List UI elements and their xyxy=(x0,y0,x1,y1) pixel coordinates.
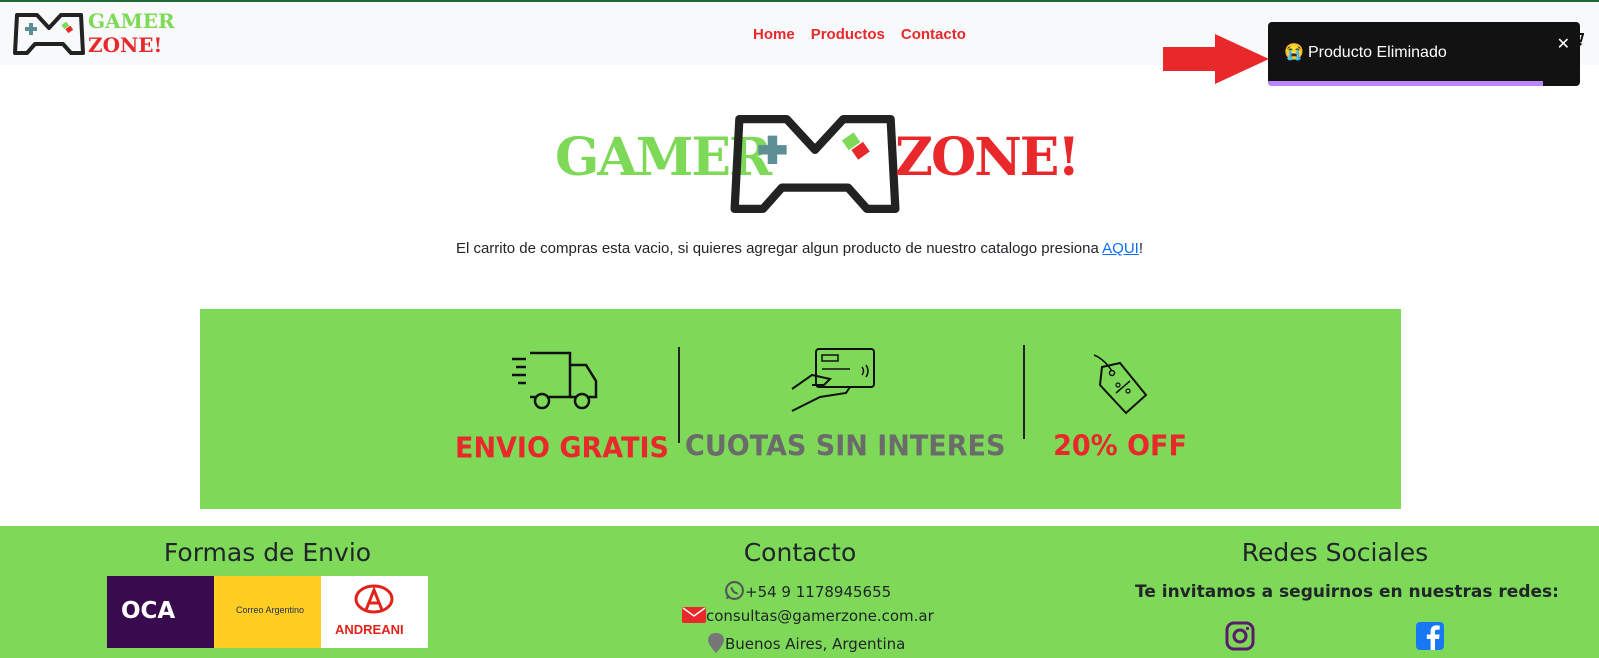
controller-logo-icon xyxy=(13,13,85,55)
benefit-divider xyxy=(678,347,680,443)
location-pin-icon xyxy=(708,633,724,653)
benefit-free-shipping: ENVIO GRATIS xyxy=(455,349,669,465)
crying-face-icon: 😭 xyxy=(1284,44,1304,61)
empty-cart-suffix: ! xyxy=(1138,240,1144,257)
logo-word-gamer: GAMER xyxy=(88,9,175,33)
truck-icon xyxy=(512,351,598,410)
benefit-title: CUOTAS SIN INTERES xyxy=(685,430,1006,463)
benefit-installments: CUOTAS SIN INTERES xyxy=(685,345,1006,463)
red-arrow-icon xyxy=(1163,34,1269,84)
carrier-logos: OCA Correo Argentino ANDREANI xyxy=(107,576,428,648)
hero-word-zone: ZONE! xyxy=(895,127,1080,188)
benefit-title: ENVIO GRATIS xyxy=(455,432,669,465)
benefit-title: 20% OFF xyxy=(1053,430,1187,463)
contact-phone: +54 9 1178945655 xyxy=(724,580,891,601)
logo-word-zone: ZONE! xyxy=(88,33,163,57)
andreani-a-icon xyxy=(354,584,394,614)
toast-progress-bar xyxy=(1268,81,1543,86)
toast-close-button[interactable]: ✕ xyxy=(1557,34,1570,53)
controller-logo-icon xyxy=(730,114,900,214)
carrier-correo-logo: Correo Argentino xyxy=(214,576,321,648)
benefit-discount: 20% OFF xyxy=(1020,353,1220,463)
contact-title: Contacto xyxy=(743,538,857,567)
toast-notification: 😭 Producto Eliminado ✕ xyxy=(1268,22,1580,86)
footer: Formas de Envio OCA Correo Argentino AND… xyxy=(0,526,1599,658)
email-text: consultas@gamerzone.com.ar xyxy=(706,607,934,625)
phone-text: +54 9 1178945655 xyxy=(745,583,892,601)
empty-cart-message: El carrito de compras esta vacio, si qui… xyxy=(0,240,1599,257)
nav-link-contacto[interactable]: Contacto xyxy=(901,26,966,43)
price-tag-icon xyxy=(1093,354,1148,415)
toast-message: Producto Eliminado xyxy=(1308,44,1447,61)
carrier-oca-logo: OCA xyxy=(107,576,214,648)
instagram-icon[interactable] xyxy=(1225,621,1255,651)
social-invite-text: Te invitamos a seguirnos en nuestras red… xyxy=(1135,582,1559,602)
carrier-andreani-logo: ANDREANI xyxy=(321,576,428,648)
nav-link-productos[interactable]: Productos xyxy=(811,26,885,43)
facebook-icon[interactable] xyxy=(1415,621,1445,651)
contact-email: consultas@gamerzone.com.ar xyxy=(682,606,934,625)
empty-cart-text: El carrito de compras esta vacio, si qui… xyxy=(455,240,1103,257)
whatsapp-icon xyxy=(725,581,744,600)
benefits-banner: ENVIO GRATIS CUOTAS SIN INTERES 20% OFF xyxy=(200,309,1401,509)
contact-location: Buenos Aires, Argentina xyxy=(707,632,905,654)
credit-card-icon xyxy=(791,348,875,412)
nav-links: Home Productos Contacto xyxy=(753,26,966,43)
envelope-icon xyxy=(682,607,706,623)
brand-logo[interactable]: GAMER ZONE! xyxy=(13,9,175,60)
catalog-link[interactable]: AQUI xyxy=(1102,240,1139,257)
shipping-title: Formas de Envio xyxy=(163,538,372,567)
social-title: Redes Sociales xyxy=(1241,538,1429,567)
location-text: Buenos Aires, Argentina xyxy=(725,635,906,653)
hero-logo: GAMER ZONE! xyxy=(555,112,1080,222)
nav-link-home[interactable]: Home xyxy=(753,26,795,43)
